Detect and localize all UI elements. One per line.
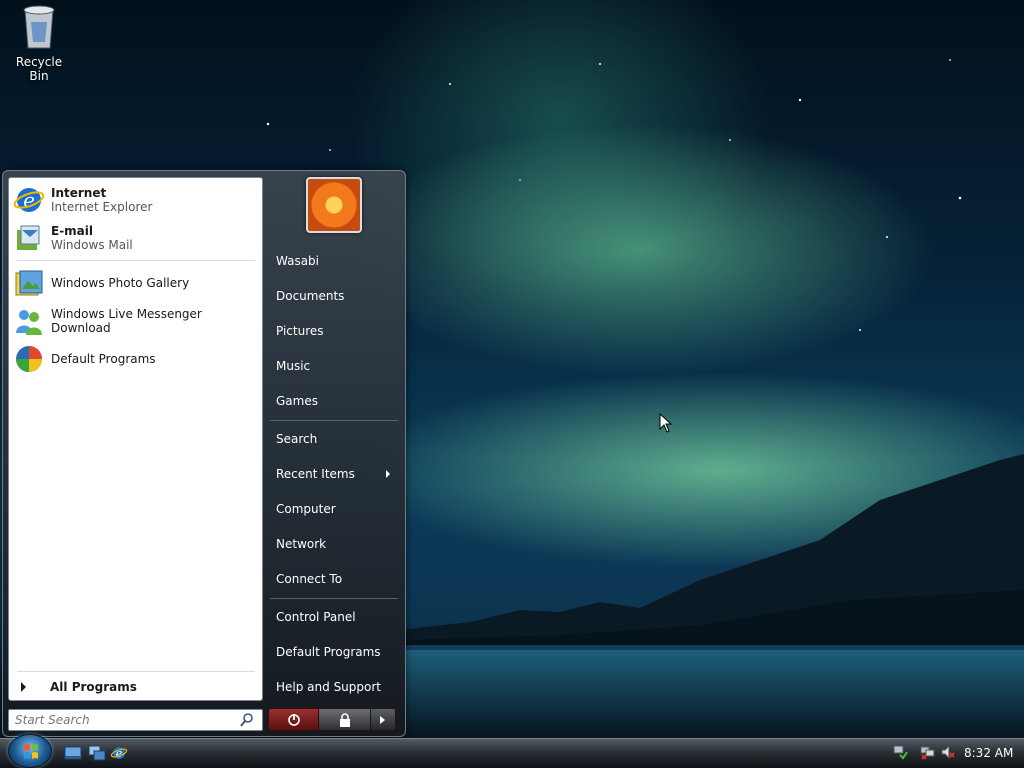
recycle-bin-icon	[23, 5, 55, 49]
shutdown-options-button[interactable]	[371, 709, 395, 730]
recycle-bin[interactable]: Recycle Bin	[8, 2, 70, 83]
recent-default-programs-title: Default Programs	[51, 352, 156, 366]
pinned-internet-title: Internet	[51, 186, 107, 200]
menu-item-label: Pictures	[276, 324, 324, 338]
menu-item-games[interactable]: Games	[276, 388, 402, 414]
menu-item-pictures[interactable]: Pictures	[276, 318, 402, 344]
menu-item-default-programs[interactable]: Default Programs	[276, 639, 402, 665]
menu-item-music[interactable]: Music	[276, 353, 402, 379]
windows-logo-icon	[24, 744, 38, 759]
network-icon[interactable]	[892, 744, 908, 760]
recent-photo-gallery[interactable]: Windows Photo Gallery	[13, 265, 259, 301]
pinned-email-title: E-mail	[51, 224, 94, 238]
menu-item-documents[interactable]: Documents	[276, 283, 402, 309]
recent-photo-gallery-title: Windows Photo Gallery	[51, 276, 190, 290]
switch-windows-icon[interactable]	[88, 745, 106, 761]
lock-icon	[339, 712, 350, 727]
power-controls	[268, 708, 396, 731]
menu-item-label: Recent Items	[276, 467, 355, 481]
chevron-right-icon	[21, 682, 26, 692]
menu-item-connect-to[interactable]: Connect To	[276, 566, 402, 592]
menu-item-label: Games	[276, 394, 318, 408]
menu-item-search[interactable]: Search	[276, 426, 402, 452]
recent-messenger-download-title: Windows Live Messenger Download	[51, 307, 202, 335]
menu-item-control-panel[interactable]: Control Panel	[276, 604, 402, 630]
menu-item-label: Search	[276, 432, 318, 446]
all-programs-label: All Programs	[50, 680, 137, 694]
pinned-internet[interactable]: e Internet Internet Explorer	[13, 182, 259, 218]
chevron-right-icon	[380, 715, 385, 724]
pinned-email-subtitle: Windows Mail	[51, 238, 133, 252]
menu-item-label: Default Programs	[276, 645, 381, 659]
recent-default-programs[interactable]: Default Programs	[13, 341, 259, 377]
menu-item-network[interactable]: Network	[276, 531, 402, 557]
internet-explorer-icon[interactable]: e	[110, 745, 128, 761]
menu-separator	[270, 598, 398, 599]
taskbar-clock[interactable]: 8:32 AM	[964, 746, 1013, 760]
messenger-icon	[16, 310, 42, 335]
menu-item-label: Music	[276, 359, 311, 373]
power-button[interactable]	[269, 709, 319, 730]
menu-item-label: Control Panel	[276, 610, 356, 624]
user-picture[interactable]	[306, 177, 362, 233]
programs-pane: e Internet Internet Explorer E-mail Wind…	[8, 177, 263, 701]
power-icon	[287, 713, 300, 726]
recent-messenger-download[interactable]: Windows Live Messenger Download	[13, 303, 259, 339]
search-icon[interactable]	[239, 712, 255, 728]
start-menu: e Internet Internet Explorer E-mail Wind…	[2, 170, 406, 737]
all-programs-button[interactable]: All Programs	[17, 677, 255, 697]
menu-item-label: Documents	[276, 289, 345, 303]
mouse-cursor-icon	[659, 413, 673, 433]
menu-item-computer[interactable]: Computer	[276, 496, 402, 522]
menu-item-user-folder[interactable]: Wasabi	[276, 248, 402, 274]
network-disconnected-icon[interactable]	[920, 744, 936, 760]
menu-item-label: Wasabi	[276, 254, 320, 268]
svg-text:e: e	[23, 188, 35, 212]
windows-mail-icon	[17, 225, 40, 250]
internet-explorer-icon: e	[13, 188, 45, 212]
start-search-input[interactable]	[8, 709, 263, 731]
taskbar	[0, 738, 1024, 768]
menu-item-label: Connect To	[276, 572, 343, 586]
menu-item-recent-items[interactable]: Recent Items	[276, 461, 402, 487]
pinned-internet-subtitle: Internet Explorer	[51, 200, 153, 214]
volume-muted-icon[interactable]	[940, 744, 956, 760]
show-desktop-icon[interactable]	[64, 745, 82, 761]
start-button[interactable]	[8, 734, 52, 768]
lock-button[interactable]	[319, 709, 371, 730]
submenu-arrow-icon	[386, 470, 390, 478]
default-programs-icon	[16, 346, 42, 372]
recycle-bin-label: Recycle Bin	[15, 55, 63, 83]
all-programs-separator	[17, 671, 255, 672]
menu-item-help-and-support[interactable]: Help and Support	[276, 674, 402, 700]
photo-gallery-icon	[15, 270, 43, 296]
menu-item-label: Network	[276, 537, 327, 551]
pinned-email[interactable]: E-mail Windows Mail	[13, 220, 259, 256]
menu-separator	[270, 420, 398, 421]
pinned-separator	[17, 260, 255, 261]
menu-item-label: Help and Support	[276, 680, 381, 694]
menu-item-label: Computer	[276, 502, 336, 516]
